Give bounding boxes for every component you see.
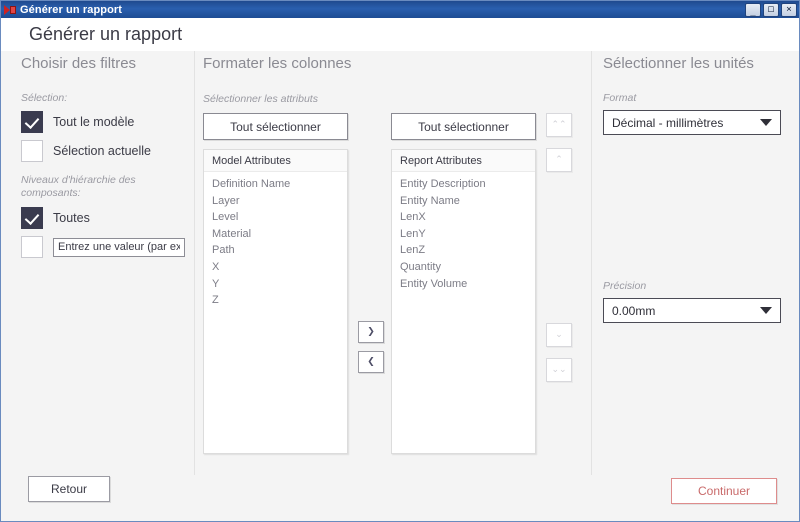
minimize-icon: _ [750,6,756,17]
divider-left [194,51,195,475]
page-title: Générer un rapport [29,24,183,44]
list-item[interactable]: Entity Name [400,193,535,210]
checkbox-all-levels[interactable] [21,207,43,229]
filters-panel-title: Choisir des filtres [21,55,137,72]
app-icon [4,4,16,16]
list-item[interactable]: Entity Volume [400,276,535,293]
list-item[interactable]: Material [212,226,347,243]
move-to-top-button[interactable]: ⌃⌃ [546,113,572,137]
columns-panel: Formater les colonnes Sélectionner les a… [203,51,583,513]
report-generator-window: Générer un rapport _ □ ✕ Générer un rapp… [0,0,800,522]
select-all-model-button[interactable]: Tout sélectionner [203,113,348,140]
close-button[interactable]: ✕ [781,2,797,17]
model-attributes-listbox[interactable]: Model Attributes Definition Name Layer L… [203,149,348,454]
list-item[interactable]: X [212,259,347,276]
chevron-down-icon [760,307,772,314]
move-to-bottom-button[interactable]: ⌄⌄ [546,358,572,382]
back-button[interactable]: Retour [28,476,110,502]
units-panel-title: Sélectionner les unités [603,55,754,72]
list-item[interactable]: LenZ [400,242,535,259]
precision-label: Précision [603,280,647,292]
checkbox-row-custom-level[interactable] [21,236,191,258]
maximize-button[interactable]: □ [763,2,779,17]
dialog-content: Choisir des filtres Sélection: Tout le m… [1,51,799,521]
minimize-button[interactable]: _ [745,2,761,17]
list-item[interactable]: Entity Description [400,176,535,193]
columns-panel-title: Formater les colonnes [203,55,352,72]
list-item[interactable]: Path [212,242,347,259]
attributes-label: Sélectionner les attributs [203,93,318,105]
model-attributes-column: Tout sélectionner Model Attributes Defin… [203,113,348,454]
report-attributes-items: Entity Description Entity Name LenX LenY… [392,172,535,292]
checkbox-row-all-levels[interactable]: Toutes [21,207,191,229]
units-panel: Sélectionner les unités Format Décimal -… [603,51,783,323]
remove-attribute-button[interactable]: ❮ [358,351,384,373]
format-dropdown[interactable]: Décimal - millimètres [603,110,781,135]
dialog-footer: Retour Continuer [1,463,799,521]
list-item[interactable]: LenY [400,226,535,243]
checkbox-row-current-selection[interactable]: Sélection actuelle [21,140,191,162]
format-label: Format [603,92,637,104]
page-header: Générer un rapport [1,18,799,51]
list-item[interactable]: Z [212,292,347,309]
report-attributes-column: Tout sélectionner Report Attributes Enti… [391,113,536,454]
checkbox-row-all-model[interactable]: Tout le modèle [21,111,191,133]
list-item[interactable]: Quantity [400,259,535,276]
window-controls: _ □ ✕ [745,2,797,17]
checkbox-label-all-model: Tout le modèle [53,115,135,129]
divider-right [591,51,592,475]
precision-dropdown[interactable]: 0.00mm [603,298,781,323]
report-attributes-header: Report Attributes [392,150,535,172]
continue-button[interactable]: Continuer [671,478,777,504]
hierarchy-label: Niveaux d'hiérarchie des composants: [21,174,136,199]
precision-dropdown-value: 0.00mm [612,303,656,318]
model-attributes-items: Definition Name Layer Level Material Pat… [204,172,347,309]
checkbox-current-selection[interactable] [21,140,43,162]
precision-block: Précision 0.00mm [603,280,781,323]
list-item[interactable]: Layer [212,193,347,210]
transfer-buttons: ❯ ❮ [358,321,384,381]
format-dropdown-value: Décimal - millimètres [612,115,724,130]
checkbox-label-all-levels: Toutes [53,211,90,225]
checkbox-custom-level[interactable] [21,236,43,258]
report-attributes-listbox[interactable]: Report Attributes Entity Description Ent… [391,149,536,454]
window-titlebar: Générer un rapport _ □ ✕ [1,1,799,18]
move-down-button[interactable]: ⌄ [546,323,572,347]
filters-panel: Choisir des filtres Sélection: Tout le m… [21,51,191,258]
list-item[interactable]: LenX [400,209,535,226]
model-attributes-header: Model Attributes [204,150,347,172]
selection-label: Sélection: [21,92,68,104]
select-all-report-button[interactable]: Tout sélectionner [391,113,536,140]
move-up-button[interactable]: ⌃ [546,148,572,172]
window-title: Générer un rapport [20,3,123,16]
maximize-icon: □ [768,4,774,14]
add-attribute-button[interactable]: ❯ [358,321,384,343]
checkbox-label-current-selection: Sélection actuelle [53,144,151,158]
checkbox-all-model[interactable] [21,111,43,133]
list-item[interactable]: Definition Name [212,176,347,193]
list-item[interactable]: Level [212,209,347,226]
level-value-input[interactable] [53,237,185,257]
close-icon: ✕ [786,4,792,14]
chevron-down-icon [760,119,772,126]
list-item[interactable]: Y [212,276,347,293]
attribute-lists: Tout sélectionner Model Attributes Defin… [203,113,583,513]
